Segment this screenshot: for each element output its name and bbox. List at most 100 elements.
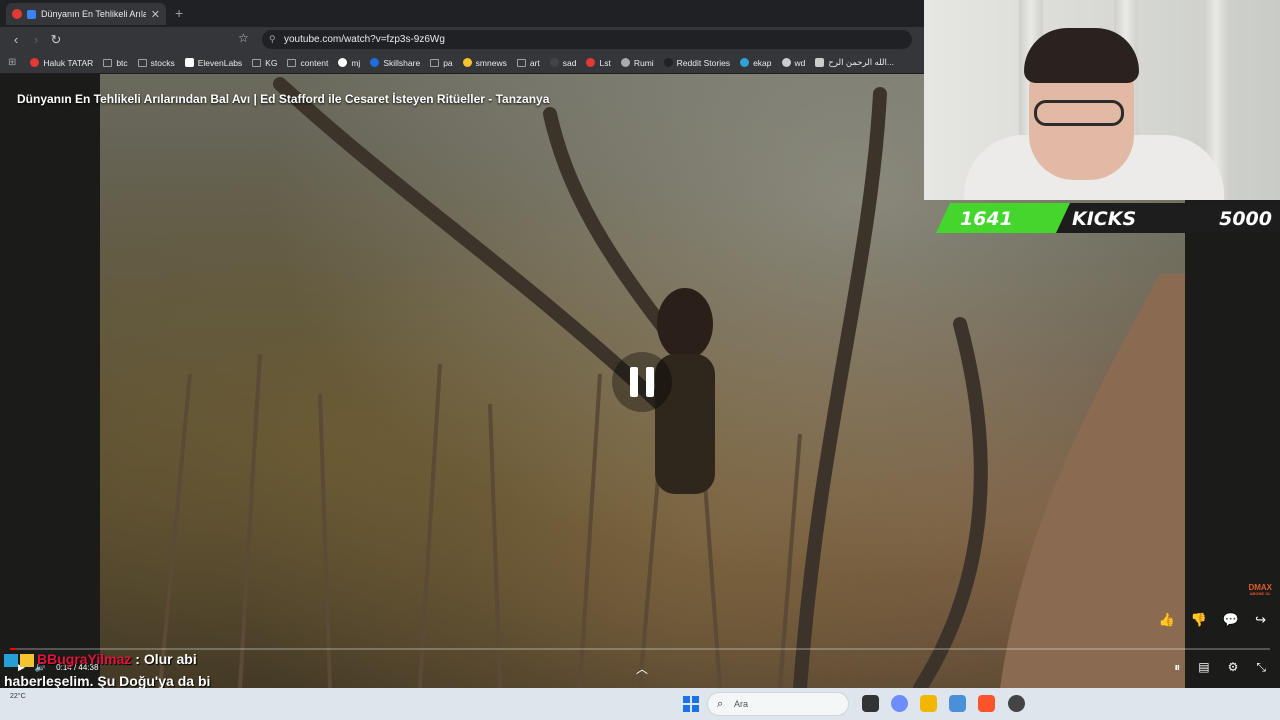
bookmark-item[interactable]: Skillshare: [370, 58, 420, 68]
site-icon: [370, 58, 380, 67]
bookmark-label: Reddit Stories: [676, 57, 731, 68]
youtube-icon: [30, 58, 40, 67]
folder-icon: [287, 58, 297, 67]
subtitles-icon[interactable]: ▤: [1198, 660, 1209, 675]
browser-tab[interactable]: Dünyanın En Tehlikeli Arılarını... ✕: [6, 3, 166, 25]
browser-toolbar: ‹ › ↻ ☆ ⚲ youtube.com/watch?v=fzp3s-9z6W…: [0, 27, 924, 52]
bookmark-label: mj: [351, 57, 361, 68]
site-icon: [338, 58, 348, 67]
bookmark-item[interactable]: Rumi: [620, 58, 654, 68]
weather-widget[interactable]: 22°C: [10, 693, 26, 700]
windows-start-icon[interactable]: [683, 696, 699, 712]
bookmark-item[interactable]: content: [287, 58, 328, 68]
bookmark-item[interactable]: mj: [338, 58, 360, 68]
back-icon[interactable]: ‹: [6, 32, 26, 47]
url-text: youtube.com/watch?v=fzp3s-9z6Wg: [284, 34, 445, 45]
emote-badge-icon: [20, 653, 34, 667]
exit-fullscreen-icon[interactable]: ⤡: [1256, 660, 1266, 675]
windows-taskbar: 22°C ⌕ Ara: [0, 688, 1280, 720]
kicks-count: 1641: [960, 208, 1013, 230]
streamer-hair: [1024, 28, 1139, 83]
screen: Dünyanın En Tehlikeli Arılarını... ✕ + ‹…: [0, 0, 1280, 720]
task-view-icon[interactable]: [862, 695, 879, 712]
brave-browser-icon[interactable]: [978, 695, 995, 712]
bookmark-item[interactable]: Lst: [586, 58, 611, 68]
comments-icon[interactable]: 💬: [1223, 612, 1239, 628]
bookmark-item[interactable]: smnews: [462, 57, 507, 68]
bookmark-item[interactable]: btc: [103, 58, 128, 68]
center-pause-button[interactable]: [612, 352, 672, 412]
chat-username: BBugraYilmaz: [37, 651, 132, 667]
pause-small-icon[interactable]: ⏸: [1174, 660, 1180, 675]
bookmark-label: Skillshare: [383, 57, 421, 68]
file-explorer-icon[interactable]: [920, 695, 937, 712]
taskbar-search[interactable]: ⌕ Ara: [707, 692, 849, 716]
folder-icon: [137, 58, 147, 67]
bookmark-item[interactable]: Haluk TATAR: [30, 58, 93, 68]
site-icon: [740, 58, 750, 67]
tab-title: Dünyanın En Tehlikeli Arılarını...: [41, 9, 146, 19]
like-icon[interactable]: 👍: [1159, 612, 1175, 628]
bookmark-item[interactable]: pa: [430, 58, 453, 68]
bookmark-item[interactable]: KG: [252, 58, 277, 68]
video-title[interactable]: Dünyanın En Tehlikeli Arılarından Bal Av…: [17, 92, 549, 106]
site-icon: [663, 58, 673, 67]
bookmark-star-icon[interactable]: ☆: [238, 31, 249, 45]
site-icon: [549, 58, 559, 67]
search-icon: ⌕: [717, 698, 724, 710]
bookmark-item[interactable]: sad: [549, 57, 577, 68]
video-actions: 👍 👎 💬 ↪: [1159, 612, 1266, 628]
bookmark-item[interactable]: Reddit Stories: [663, 57, 731, 68]
address-bar[interactable]: ⚲ youtube.com/watch?v=fzp3s-9z6Wg: [262, 30, 912, 49]
forward-icon[interactable]: ›: [26, 32, 46, 47]
kicks-goal-bar: 1641 KICKS 5000: [936, 203, 1280, 233]
chevron-up-icon[interactable]: ︿: [636, 660, 648, 677]
controls-right: ⏸ ▤ ⚙ ⤡: [1174, 660, 1266, 675]
copilot-icon[interactable]: [891, 695, 908, 712]
site-icon: [184, 58, 194, 67]
kicks-goal: 5000: [1219, 208, 1272, 230]
dislike-icon[interactable]: 👎: [1191, 612, 1207, 628]
webcam-overlay: [924, 0, 1280, 200]
obs-icon[interactable]: [1008, 695, 1025, 712]
kicks-label: KICKS: [1072, 208, 1137, 230]
channel-watermark[interactable]: DMAX ABONE OL: [1248, 584, 1272, 596]
site-icon: [620, 58, 630, 67]
bookmark-label: KG: [265, 57, 278, 68]
streamer-glasses: [1034, 100, 1124, 126]
watermark-subtext: ABONE OL: [1249, 591, 1271, 596]
bookmark-item[interactable]: ekap: [740, 57, 772, 68]
bookmark-item[interactable]: stocks: [137, 57, 175, 68]
video-letterbox-left: [0, 74, 100, 688]
bookmark-item[interactable]: wd: [781, 58, 805, 68]
bookmark-item[interactable]: art: [516, 58, 540, 68]
folder-icon: [516, 58, 526, 67]
settings-gear-icon[interactable]: ⚙: [1228, 660, 1239, 675]
bookmark-label: sad: [562, 57, 577, 68]
snipping-tool-icon[interactable]: [949, 695, 966, 712]
youtube-icon: [12, 9, 22, 19]
bookmark-label: Haluk TATAR: [43, 57, 94, 68]
reload-icon[interactable]: ↻: [46, 32, 66, 48]
browser-tabbar: Dünyanın En Tehlikeli Arılarını... ✕ +: [0, 0, 924, 27]
apps-grid-icon[interactable]: ⊞: [8, 57, 16, 68]
tab-group-icon: [27, 9, 36, 19]
folder-icon: [252, 58, 262, 67]
site-icon: [462, 58, 472, 67]
share-icon[interactable]: ↪: [1255, 612, 1266, 628]
bookmarks-bar: ⊞ Haluk TATAR btc stocks ElevenLabs KG conten…: [0, 52, 924, 74]
bookmark-label: الله الرحمن الرح...: [828, 57, 894, 67]
folder-icon: [103, 58, 113, 67]
bookmark-item[interactable]: ElevenLabs: [184, 58, 242, 68]
bookmark-item[interactable]: الله الرحمن الرح...: [815, 57, 894, 68]
search-placeholder: Ara: [734, 699, 749, 709]
bookmark-label: stocks: [150, 57, 175, 68]
site-icon: [586, 58, 596, 67]
bookmark-label: smnews: [475, 57, 507, 68]
tab-close-icon[interactable]: ✕: [151, 8, 160, 21]
site-info-icon[interactable]: ⚲: [269, 30, 276, 49]
folder-icon: [430, 58, 440, 67]
bookmark-label: ekap: [753, 57, 772, 68]
new-tab-button[interactable]: +: [175, 5, 183, 21]
bookmark-label: content: [300, 57, 329, 68]
